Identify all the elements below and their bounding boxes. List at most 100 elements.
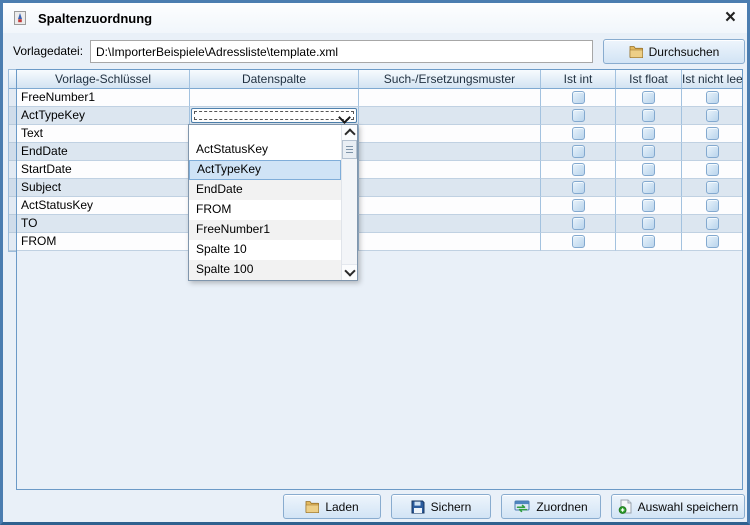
checkbox[interactable] — [706, 145, 719, 158]
checkbox[interactable] — [572, 109, 585, 122]
column-header-datenspalte[interactable]: Datenspalte — [190, 70, 359, 89]
key-cell: StartDate — [17, 161, 190, 179]
checkbox[interactable] — [706, 109, 719, 122]
muster-cell[interactable] — [359, 215, 541, 233]
save-button[interactable]: Sichern — [391, 494, 491, 519]
load-button[interactable]: Laden — [283, 494, 381, 519]
checkbox[interactable] — [572, 127, 585, 140]
dropdown-items: ActStatusKey ActTypeKey EndDate FROM Fre… — [189, 125, 341, 280]
key-cell: TO — [17, 215, 190, 233]
column-header-such-ersetzungsmuster[interactable]: Such-/Ersetzungsmuster — [359, 70, 541, 89]
datenspalte-dropdown-popup: ActStatusKey ActTypeKey EndDate FROM Fre… — [188, 124, 358, 281]
scroll-down-button[interactable] — [342, 264, 357, 280]
table-row: FreeNumber1 — [17, 89, 742, 107]
dropdown-scrollbar[interactable] — [341, 125, 357, 280]
checkbox[interactable] — [642, 163, 655, 176]
checkbox[interactable] — [706, 127, 719, 140]
checkbox[interactable] — [642, 145, 655, 158]
save-selection-button[interactable]: Auswahl speichern — [611, 494, 745, 519]
template-file-label: Vorlagedatei: — [13, 44, 83, 58]
grid-body: Vorlage-Schlüssel Datenspalte Such-/Erse… — [16, 69, 743, 490]
checkbox[interactable] — [572, 235, 585, 248]
save-selection-icon — [618, 499, 632, 514]
checkbox[interactable] — [706, 181, 719, 194]
checkbox[interactable] — [642, 127, 655, 140]
muster-cell[interactable] — [359, 143, 541, 161]
browse-button-label: Durchsuchen — [649, 45, 720, 59]
checkbox[interactable] — [572, 217, 585, 230]
checkbox[interactable] — [572, 181, 585, 194]
chevron-down-icon — [344, 265, 355, 276]
table-row: TO — [17, 215, 742, 233]
key-cell: Text — [17, 125, 190, 143]
datenspalte-cell — [190, 107, 359, 125]
column-header-vorlage-schluessel[interactable]: Vorlage-Schlüssel — [17, 70, 190, 89]
scrollbar-thumb[interactable] — [342, 140, 357, 159]
key-cell: FROM — [17, 233, 190, 251]
dropdown-item[interactable]: Spalte 10 — [189, 240, 341, 260]
checkbox[interactable] — [572, 145, 585, 158]
table-row: EndDate — [17, 143, 742, 161]
assign-button[interactable]: Zuordnen — [501, 494, 601, 519]
muster-cell[interactable] — [359, 125, 541, 143]
checkbox[interactable] — [642, 109, 655, 122]
page-title: Spaltenzuordnung — [38, 11, 152, 26]
column-header-ist-float[interactable]: Ist float — [616, 70, 682, 89]
mapping-grid: Vorlage-Schlüssel Datenspalte Such-/Erse… — [8, 69, 743, 490]
muster-cell[interactable] — [359, 233, 541, 251]
spaltenzuordnung-dialog: Spaltenzuordnung × Vorlagedatei: Durchsu… — [0, 0, 750, 525]
checkbox[interactable] — [642, 199, 655, 212]
dropdown-item[interactable]: ActStatusKey — [189, 140, 341, 160]
checkbox[interactable] — [706, 217, 719, 230]
open-folder-icon — [305, 500, 319, 513]
app-icon — [12, 10, 28, 26]
folder-icon — [629, 45, 643, 58]
save-selection-button-label: Auswahl speichern — [638, 500, 739, 514]
key-cell: ActTypeKey — [17, 107, 190, 125]
scroll-up-button[interactable] — [342, 125, 357, 141]
browse-button[interactable]: Durchsuchen — [603, 39, 745, 64]
template-file-input[interactable] — [90, 40, 593, 63]
column-header-ist-int[interactable]: Ist int — [541, 70, 616, 89]
grid-header: Vorlage-Schlüssel Datenspalte Such-/Erse… — [17, 70, 742, 89]
checkbox[interactable] — [642, 235, 655, 248]
checkbox[interactable] — [706, 235, 719, 248]
checkbox[interactable] — [642, 181, 655, 194]
muster-cell[interactable] — [359, 161, 541, 179]
save-button-label: Sichern — [431, 500, 472, 514]
dropdown-item-blank[interactable] — [189, 125, 341, 140]
checkbox[interactable] — [642, 217, 655, 230]
checkbox[interactable] — [642, 91, 655, 104]
key-cell: FreeNumber1 — [17, 89, 190, 107]
checkbox[interactable] — [572, 199, 585, 212]
checkbox[interactable] — [706, 199, 719, 212]
datenspalte-cell[interactable] — [190, 89, 359, 107]
table-row: Subject — [17, 179, 742, 197]
muster-cell[interactable] — [359, 107, 541, 125]
muster-cell[interactable] — [359, 197, 541, 215]
dropdown-item[interactable]: FROM — [189, 200, 341, 220]
dropdown-item[interactable]: Spalte 100 — [189, 260, 341, 280]
floppy-disk-icon — [411, 500, 425, 514]
dropdown-item-selected[interactable]: ActTypeKey — [189, 160, 341, 180]
checkbox[interactable] — [572, 163, 585, 176]
checkbox[interactable] — [706, 91, 719, 104]
key-cell: ActStatusKey — [17, 197, 190, 215]
close-icon[interactable]: × — [725, 6, 736, 30]
muster-cell[interactable] — [359, 179, 541, 197]
checkbox[interactable] — [572, 91, 585, 104]
datenspalte-combobox[interactable] — [191, 108, 357, 123]
key-cell: EndDate — [17, 143, 190, 161]
table-row: StartDate — [17, 161, 742, 179]
load-button-label: Laden — [325, 500, 358, 514]
table-row: ActStatusKey — [17, 197, 742, 215]
chevron-down-icon[interactable] — [338, 111, 351, 124]
dropdown-item[interactable]: EndDate — [189, 180, 341, 200]
dropdown-item[interactable]: FreeNumber1 — [189, 220, 341, 240]
titlebar: Spaltenzuordnung × — [3, 3, 747, 33]
muster-cell[interactable] — [359, 89, 541, 107]
column-header-ist-nicht-leer[interactable]: Ist nicht leer — [682, 70, 742, 89]
key-cell: Subject — [17, 179, 190, 197]
checkbox[interactable] — [706, 163, 719, 176]
table-row-selected: ActTypeKey — [17, 107, 742, 125]
